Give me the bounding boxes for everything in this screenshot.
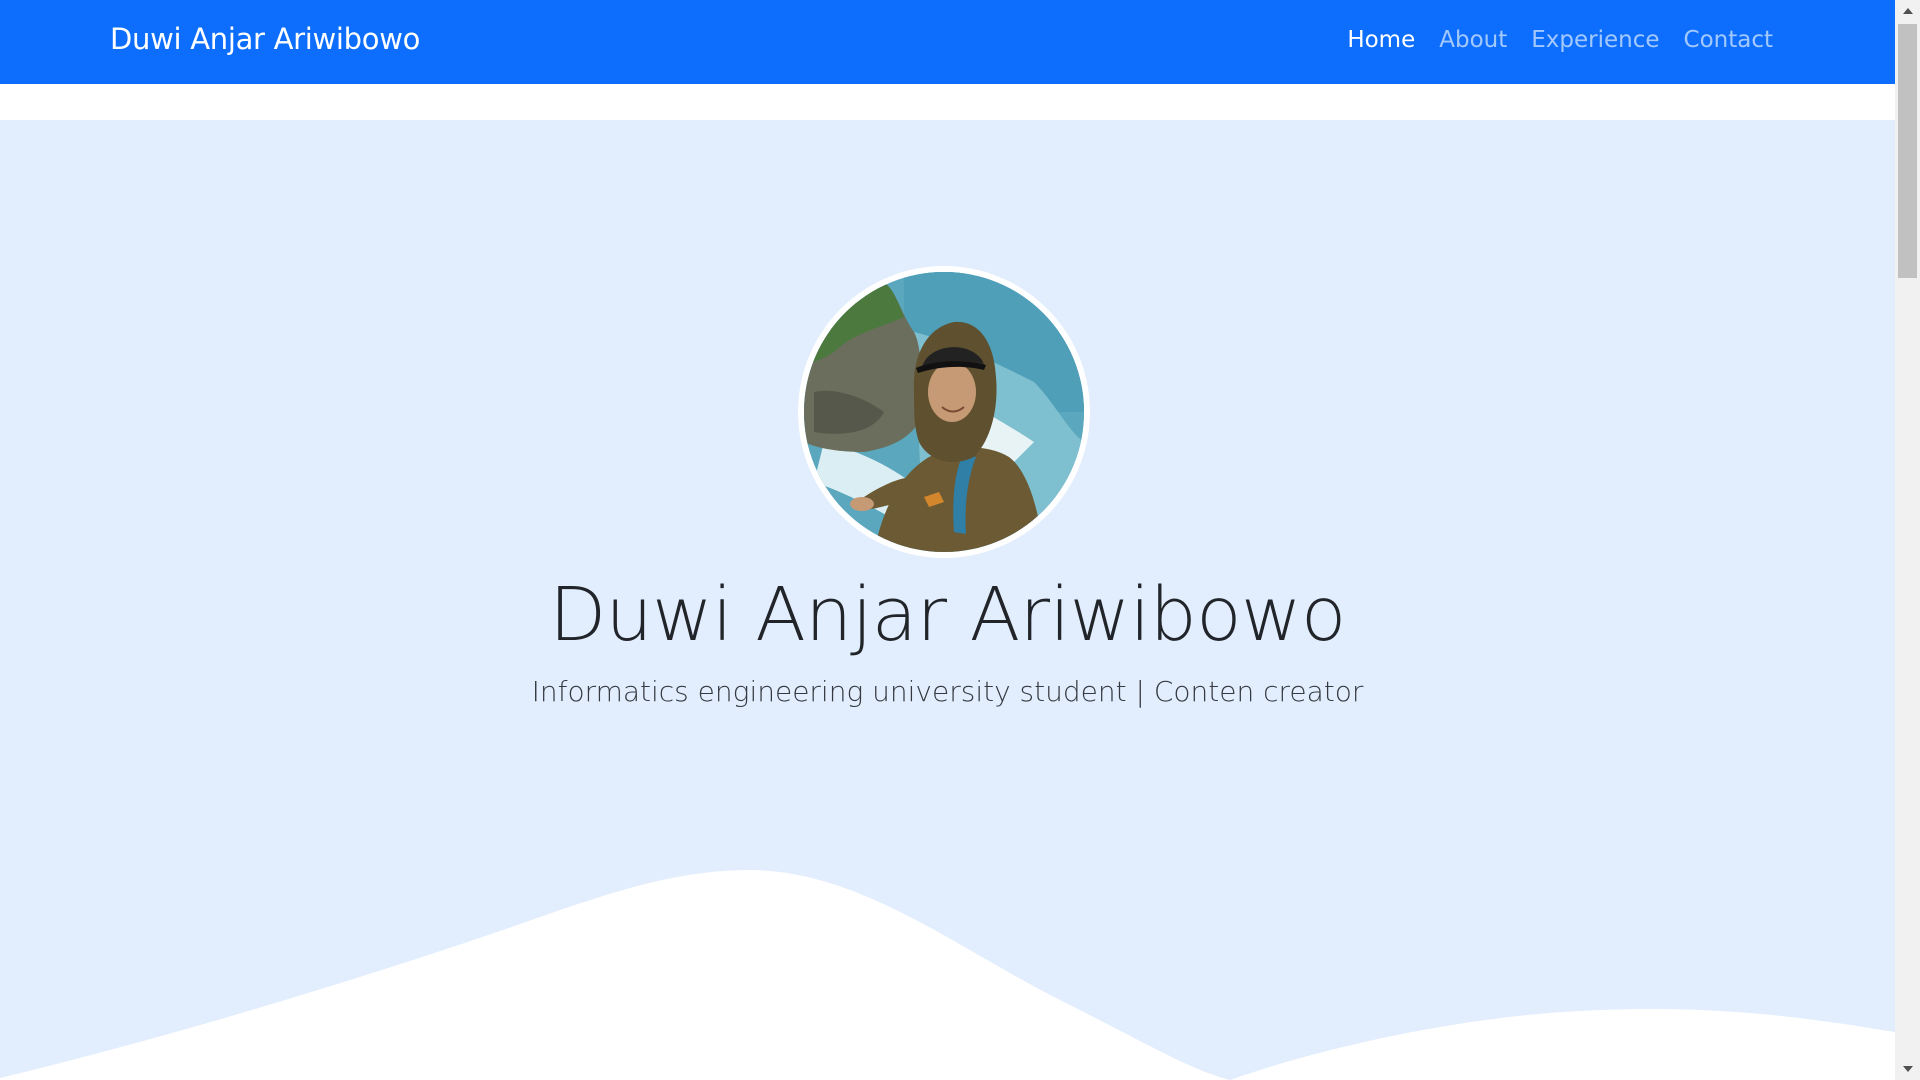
nav-item-contact: Contact: [1684, 27, 1773, 53]
profile-photo-icon: [804, 272, 1084, 552]
nav-link-home[interactable]: Home: [1347, 27, 1415, 53]
profile-avatar: [798, 266, 1090, 558]
nav-item-home: Home: [1347, 27, 1415, 53]
scroll-up-arrow-icon[interactable]: [1895, 0, 1920, 22]
nav-item-about: About: [1439, 27, 1507, 53]
navbar: Duwi Anjar Ariwibowo Home About Experien…: [0, 0, 1895, 84]
nav-link-experience[interactable]: Experience: [1531, 27, 1659, 53]
scrollbar-thumb[interactable]: [1898, 24, 1917, 278]
navbar-brand[interactable]: Duwi Anjar Ariwibowo: [110, 22, 420, 56]
hero-name: Duwi Anjar Ariwibowo: [549, 572, 1346, 658]
nav-links: Home About Experience Contact: [1347, 27, 1773, 53]
nav-link-about[interactable]: About: [1439, 27, 1507, 53]
vertical-scrollbar[interactable]: [1895, 0, 1920, 1080]
nav-item-experience: Experience: [1531, 27, 1659, 53]
page: Duwi Anjar Ariwibowo Home About Experien…: [0, 0, 1920, 1080]
nav-link-contact[interactable]: Contact: [1684, 27, 1773, 53]
hero-tagline: Informatics engineering university stude…: [531, 675, 1364, 708]
scroll-down-arrow-icon[interactable]: [1895, 1058, 1920, 1080]
hero-section: Duwi Anjar Ariwibowo Informatics enginee…: [0, 120, 1895, 1080]
